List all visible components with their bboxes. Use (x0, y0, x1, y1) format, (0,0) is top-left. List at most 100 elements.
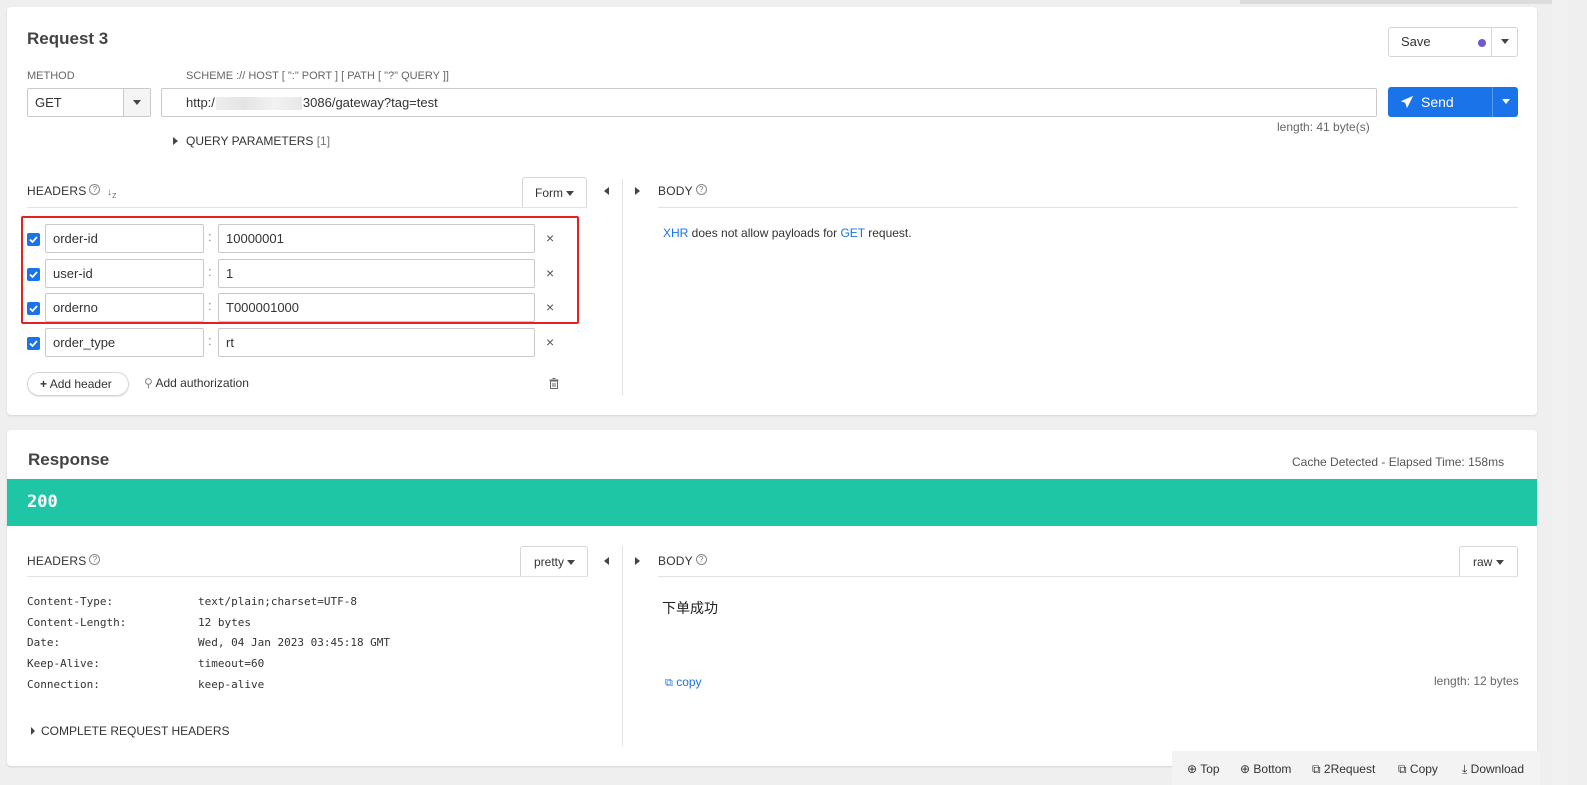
method-value: GET (35, 95, 62, 110)
save-button[interactable]: Save (1388, 27, 1518, 57)
chevron-down-icon (566, 191, 575, 197)
paper-plane-icon (1400, 95, 1414, 109)
collapse-right-icon[interactable] (635, 557, 640, 565)
save-label: Save (1401, 34, 1431, 49)
add-authorization-link[interactable]: ⚲ Add authorization (144, 376, 249, 390)
response-title: Response (28, 450, 110, 469)
chevron-down-icon (567, 560, 576, 566)
response-body-length: length: 12 bytes (1434, 674, 1519, 688)
add-header-label: Add header (49, 377, 112, 391)
highlight-box (21, 216, 579, 324)
url-scheme-label: SCHEME :// HOST [ ":" PORT ] [ PATH [ "?… (186, 70, 449, 82)
request-body-text: BODY (658, 184, 693, 198)
top-right-tab (1240, 0, 1552, 4)
arrow-down-circle-icon: ⊕ (1240, 762, 1251, 776)
response-header-name: Date: (27, 636, 61, 649)
add-authorization-label: Add authorization (155, 376, 249, 390)
chevron-down-icon (1495, 560, 1504, 566)
chevron-down-icon (1500, 39, 1509, 45)
url-prefix: http:/ (186, 95, 215, 110)
url-input[interactable]: http:/ 3086/gateway?tag=test (161, 88, 1377, 117)
request-headers-text: HEADERS (27, 184, 87, 198)
remove-header-icon[interactable]: × (546, 334, 554, 350)
chevron-down-icon (1501, 99, 1510, 105)
response-header-name: Keep-Alive: (27, 657, 100, 670)
scroll-bottom-button[interactable]: ⊕ Bottom (1240, 762, 1291, 776)
header-enabled-checkbox[interactable] (27, 337, 40, 350)
request-panel: Request 3 METHOD SCHEME :// HOST [ ":" P… (7, 7, 1537, 415)
send-button[interactable]: Send (1388, 87, 1518, 117)
response-header-value: timeout=60 (198, 657, 265, 670)
header-row: order_type : rt × (7, 327, 607, 361)
request-headers-label: HEADERS? ↓Z (27, 184, 117, 200)
download-button[interactable]: ⤓ Download (1462, 762, 1524, 777)
response-body-label: BODY? (658, 554, 707, 568)
headers-mode-select[interactable]: Form (522, 177, 587, 208)
complete-request-headers-toggle[interactable]: COMPLETE REQUEST HEADERS (31, 724, 229, 738)
collapse-left-icon[interactable] (604, 557, 609, 565)
unsaved-indicator-dot (1478, 39, 1486, 47)
sort-alpha-icon[interactable]: ↓Z (107, 187, 117, 200)
response-headers-label: HEADERS? (27, 554, 101, 568)
response-header-name: Connection: (27, 678, 100, 691)
vertical-scrollbar[interactable] (1552, 0, 1568, 785)
collapse-right-icon[interactable] (635, 187, 640, 195)
collapse-left-icon[interactable] (604, 187, 609, 195)
header-name-input[interactable]: order_type (45, 328, 204, 357)
colon-separator: : (208, 333, 212, 348)
arrow-up-circle-icon: ⊕ (1187, 762, 1198, 776)
query-parameters-count: [1] (316, 134, 331, 148)
request-body-label: BODY? (658, 184, 707, 198)
copy-icon: ⧉ (665, 677, 673, 689)
copy-icon: ⧉ (1398, 762, 1407, 776)
response-headers-mode-select[interactable]: pretty (520, 546, 588, 577)
body-message-end: request. (864, 226, 912, 240)
url-length: length: 41 byte(s) (1277, 120, 1370, 134)
copy-label: copy (676, 675, 702, 689)
method-label: METHOD (27, 70, 75, 82)
caret-right-icon (31, 727, 35, 735)
add-header-button[interactable]: + Add header (27, 372, 129, 396)
scroll-top-button[interactable]: ⊕ Top (1187, 762, 1220, 776)
send-dropdown-toggle[interactable] (1492, 87, 1518, 117)
scroll-top-label: Top (1200, 762, 1220, 776)
scroll-bottom-label: Bottom (1253, 762, 1292, 776)
response-panel: Response Cache Detected - Elapsed Time: … (7, 430, 1537, 766)
send-label: Send (1421, 94, 1454, 110)
get-link: GET (840, 226, 865, 240)
body-not-allowed-message: XHR does not allow payloads for GET requ… (663, 226, 912, 240)
to-request-button[interactable]: ⧉ 2Request (1312, 762, 1375, 777)
response-body-mode-select[interactable]: raw (1459, 546, 1518, 577)
response-body-content: 下单成功 (662, 601, 718, 617)
response-header-name: Content-Type: (27, 595, 114, 608)
query-parameters-toggle[interactable]: QUERY PARAMETERS [1] (173, 134, 330, 148)
download-label: Download (1470, 762, 1525, 776)
help-icon[interactable]: ? (89, 554, 101, 565)
method-select[interactable]: GET (27, 88, 151, 117)
split-divider[interactable] (622, 179, 623, 395)
response-header-value: keep-alive (198, 678, 265, 691)
save-dropdown-toggle[interactable] (1491, 28, 1517, 56)
copy-button[interactable]: ⧉ Copy (1398, 762, 1438, 777)
url-suffix: 3086/gateway?tag=test (302, 95, 438, 110)
download-icon: ⤓ (1462, 762, 1468, 776)
help-icon[interactable]: ? (695, 554, 707, 565)
key-icon: ⚲ (144, 376, 153, 390)
plus-icon: + (40, 377, 48, 391)
response-header-value: 12 bytes (198, 616, 251, 629)
to-request-label: 2Request (1323, 762, 1376, 776)
response-headers-text: HEADERS (27, 554, 87, 568)
status-bar: 200 (7, 479, 1537, 526)
response-split-divider[interactable] (622, 546, 623, 746)
status-code: 200 (27, 492, 58, 512)
response-header-value: Wed, 04 Jan 2023 03:45:18 GMT (198, 636, 391, 649)
help-icon[interactable]: ? (89, 184, 101, 195)
elapsed-time: Cache Detected - Elapsed Time: 158ms (1292, 455, 1505, 469)
xhr-link: XHR (663, 226, 689, 240)
body-message-text: does not allow payloads for (688, 226, 841, 240)
trash-icon[interactable] (549, 378, 559, 389)
copy-link[interactable]: ⧉ copy (665, 675, 702, 690)
help-icon[interactable]: ? (695, 184, 707, 195)
method-dropdown-toggle[interactable] (123, 89, 150, 116)
header-value-input[interactable]: rt (218, 328, 535, 357)
